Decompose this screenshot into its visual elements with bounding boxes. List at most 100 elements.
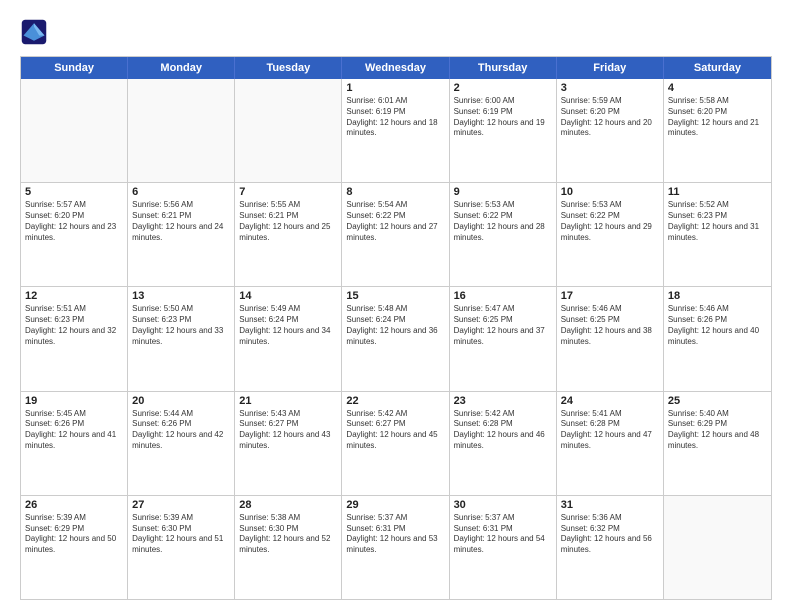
cell-info: Sunrise: 5:44 AMSunset: 6:26 PMDaylight:…	[132, 409, 230, 452]
day-number: 31	[561, 499, 659, 511]
calendar-cell-14: 14 Sunrise: 5:49 AMSunset: 6:24 PMDayligh…	[235, 287, 342, 390]
cell-info: Sunrise: 5:55 AMSunset: 6:21 PMDaylight:…	[239, 200, 337, 243]
calendar-row-4: 26 Sunrise: 5:39 AMSunset: 6:29 PMDayligh…	[21, 496, 771, 599]
calendar-cell-5: 5Sunrise: 5:57 AMSunset: 6:20 PMDaylight…	[21, 183, 128, 286]
day-number: 15	[346, 290, 444, 302]
header-day-tuesday: Tuesday	[235, 57, 342, 79]
logo-icon	[20, 18, 48, 46]
calendar-cell-empty	[235, 79, 342, 182]
calendar-header: SundayMondayTuesdayWednesdayThursdayFrid…	[21, 57, 771, 79]
cell-info: Sunrise: 5:45 AMSunset: 6:26 PMDaylight:…	[25, 409, 123, 452]
calendar-cell-12: 12Sunrise: 5:51 AMSunset: 6:23 PMDayligh…	[21, 287, 128, 390]
cell-info: Sunrise: 5:42 AMSunset: 6:27 PMDaylight:…	[346, 409, 444, 452]
day-number: 26	[25, 499, 123, 511]
day-number: 14	[239, 290, 337, 302]
cell-info: Sunrise: 5:58 AMSunset: 6:20 PMDaylight:…	[668, 96, 767, 139]
calendar-cell-10: 10Sunrise: 5:53 AMSunset: 6:22 PMDayligh…	[557, 183, 664, 286]
day-number: 7	[239, 186, 337, 198]
day-number: 2	[454, 82, 552, 94]
day-number: 24	[561, 395, 659, 407]
day-number: 17	[561, 290, 659, 302]
cell-info: Sunrise: 5:54 AMSunset: 6:22 PMDaylight:…	[346, 200, 444, 243]
cell-info: Sunrise: 5:37 AMSunset: 6:31 PMDaylight:…	[454, 513, 552, 556]
day-number: 19	[25, 395, 123, 407]
cell-info: Sunrise: 5:50 AMSunset: 6:23 PMDaylight:…	[132, 304, 230, 347]
cell-info: Sunrise: 5:42 AMSunset: 6:28 PMDaylight:…	[454, 409, 552, 452]
day-number: 28	[239, 499, 337, 511]
calendar-cell-21: 21Sunrise: 5:43 AMSunset: 6:27 PMDayligh…	[235, 392, 342, 495]
calendar-cell-19: 19 Sunrise: 5:45 AMSunset: 6:26 PMDayligh…	[21, 392, 128, 495]
day-number: 25	[668, 395, 767, 407]
calendar-cell-empty	[21, 79, 128, 182]
cell-info: Sunrise: 5:47 AMSunset: 6:25 PMDaylight:…	[454, 304, 552, 347]
cell-info: Sunrise: 5:46 AMSunset: 6:25 PMDaylight:…	[561, 304, 659, 347]
calendar-cell-11: 11Sunrise: 5:52 AMSunset: 6:23 PMDayligh…	[664, 183, 771, 286]
cell-info: Sunrise: 5:41 AMSunset: 6:28 PMDaylight:…	[561, 409, 659, 452]
day-number: 13	[132, 290, 230, 302]
calendar-cell-22: 22 Sunrise: 5:42 AMSunset: 6:27 PMDayligh…	[342, 392, 449, 495]
calendar-cell-15: 15Sunrise: 5:48 AMSunset: 6:24 PMDayligh…	[342, 287, 449, 390]
cell-info: Sunrise: 5:56 AMSunset: 6:21 PMDaylight:…	[132, 200, 230, 243]
calendar-cell-31: 31 Sunrise: 5:36 AMSunset: 6:32 PMDayligh…	[557, 496, 664, 599]
cell-info: Sunrise: 5:37 AMSunset: 6:31 PMDaylight:…	[346, 513, 444, 556]
day-number: 30	[454, 499, 552, 511]
logo	[20, 18, 52, 46]
calendar-cell-1: 1 Sunrise: 6:01 AMSunset: 6:19 PMDaylight…	[342, 79, 449, 182]
calendar-cell-7: 7 Sunrise: 5:55 AMSunset: 6:21 PMDaylight…	[235, 183, 342, 286]
calendar-cell-20: 20 Sunrise: 5:44 AMSunset: 6:26 PMDayligh…	[128, 392, 235, 495]
header-day-thursday: Thursday	[450, 57, 557, 79]
page: SundayMondayTuesdayWednesdayThursdayFrid…	[0, 0, 792, 612]
day-number: 18	[668, 290, 767, 302]
header	[20, 18, 772, 46]
calendar-cell-26: 26 Sunrise: 5:39 AMSunset: 6:29 PMDayligh…	[21, 496, 128, 599]
calendar-cell-25: 25Sunrise: 5:40 AMSunset: 6:29 PMDayligh…	[664, 392, 771, 495]
day-number: 6	[132, 186, 230, 198]
day-number: 3	[561, 82, 659, 94]
cell-info: Sunrise: 5:59 AMSunset: 6:20 PMDaylight:…	[561, 96, 659, 139]
calendar-cell-13: 13 Sunrise: 5:50 AMSunset: 6:23 PMDayligh…	[128, 287, 235, 390]
calendar-cell-23: 23Sunrise: 5:42 AMSunset: 6:28 PMDayligh…	[450, 392, 557, 495]
cell-info: Sunrise: 5:39 AMSunset: 6:29 PMDaylight:…	[25, 513, 123, 556]
calendar-cell-6: 6 Sunrise: 5:56 AMSunset: 6:21 PMDaylight…	[128, 183, 235, 286]
day-number: 8	[346, 186, 444, 198]
day-number: 21	[239, 395, 337, 407]
calendar-cell-28: 28 Sunrise: 5:38 AMSunset: 6:30 PMDayligh…	[235, 496, 342, 599]
day-number: 16	[454, 290, 552, 302]
day-number: 20	[132, 395, 230, 407]
calendar-cell-4: 4 Sunrise: 5:58 AMSunset: 6:20 PMDaylight…	[664, 79, 771, 182]
cell-info: Sunrise: 5:36 AMSunset: 6:32 PMDaylight:…	[561, 513, 659, 556]
header-day-sunday: Sunday	[21, 57, 128, 79]
cell-info: Sunrise: 5:38 AMSunset: 6:30 PMDaylight:…	[239, 513, 337, 556]
header-day-monday: Monday	[128, 57, 235, 79]
day-number: 4	[668, 82, 767, 94]
day-number: 22	[346, 395, 444, 407]
calendar-cell-27: 27Sunrise: 5:39 AMSunset: 6:30 PMDayligh…	[128, 496, 235, 599]
cell-info: Sunrise: 5:57 AMSunset: 6:20 PMDaylight:…	[25, 200, 123, 243]
calendar-cell-16: 16 Sunrise: 5:47 AMSunset: 6:25 PMDayligh…	[450, 287, 557, 390]
calendar-cell-24: 24 Sunrise: 5:41 AMSunset: 6:28 PMDayligh…	[557, 392, 664, 495]
header-day-friday: Friday	[557, 57, 664, 79]
calendar-body: 1 Sunrise: 6:01 AMSunset: 6:19 PMDaylight…	[21, 79, 771, 599]
calendar-cell-3: 3 Sunrise: 5:59 AMSunset: 6:20 PMDaylight…	[557, 79, 664, 182]
cell-info: Sunrise: 5:53 AMSunset: 6:22 PMDaylight:…	[561, 200, 659, 243]
cell-info: Sunrise: 5:51 AMSunset: 6:23 PMDaylight:…	[25, 304, 123, 347]
day-number: 29	[346, 499, 444, 511]
cell-info: Sunrise: 6:01 AMSunset: 6:19 PMDaylight:…	[346, 96, 444, 139]
calendar-cell-30: 30 Sunrise: 5:37 AMSunset: 6:31 PMDayligh…	[450, 496, 557, 599]
day-number: 1	[346, 82, 444, 94]
day-number: 9	[454, 186, 552, 198]
calendar-row-3: 19 Sunrise: 5:45 AMSunset: 6:26 PMDayligh…	[21, 392, 771, 496]
calendar-row-2: 12Sunrise: 5:51 AMSunset: 6:23 PMDayligh…	[21, 287, 771, 391]
calendar-cell-18: 18 Sunrise: 5:46 AMSunset: 6:26 PMDayligh…	[664, 287, 771, 390]
cell-info: Sunrise: 5:53 AMSunset: 6:22 PMDaylight:…	[454, 200, 552, 243]
calendar-row-1: 5Sunrise: 5:57 AMSunset: 6:20 PMDaylight…	[21, 183, 771, 287]
calendar: SundayMondayTuesdayWednesdayThursdayFrid…	[20, 56, 772, 600]
header-day-saturday: Saturday	[664, 57, 771, 79]
cell-info: Sunrise: 5:46 AMSunset: 6:26 PMDaylight:…	[668, 304, 767, 347]
cell-info: Sunrise: 5:49 AMSunset: 6:24 PMDaylight:…	[239, 304, 337, 347]
calendar-cell-9: 9 Sunrise: 5:53 AMSunset: 6:22 PMDaylight…	[450, 183, 557, 286]
header-day-wednesday: Wednesday	[342, 57, 449, 79]
calendar-cell-2: 2Sunrise: 6:00 AMSunset: 6:19 PMDaylight…	[450, 79, 557, 182]
day-number: 27	[132, 499, 230, 511]
calendar-cell-empty	[664, 496, 771, 599]
